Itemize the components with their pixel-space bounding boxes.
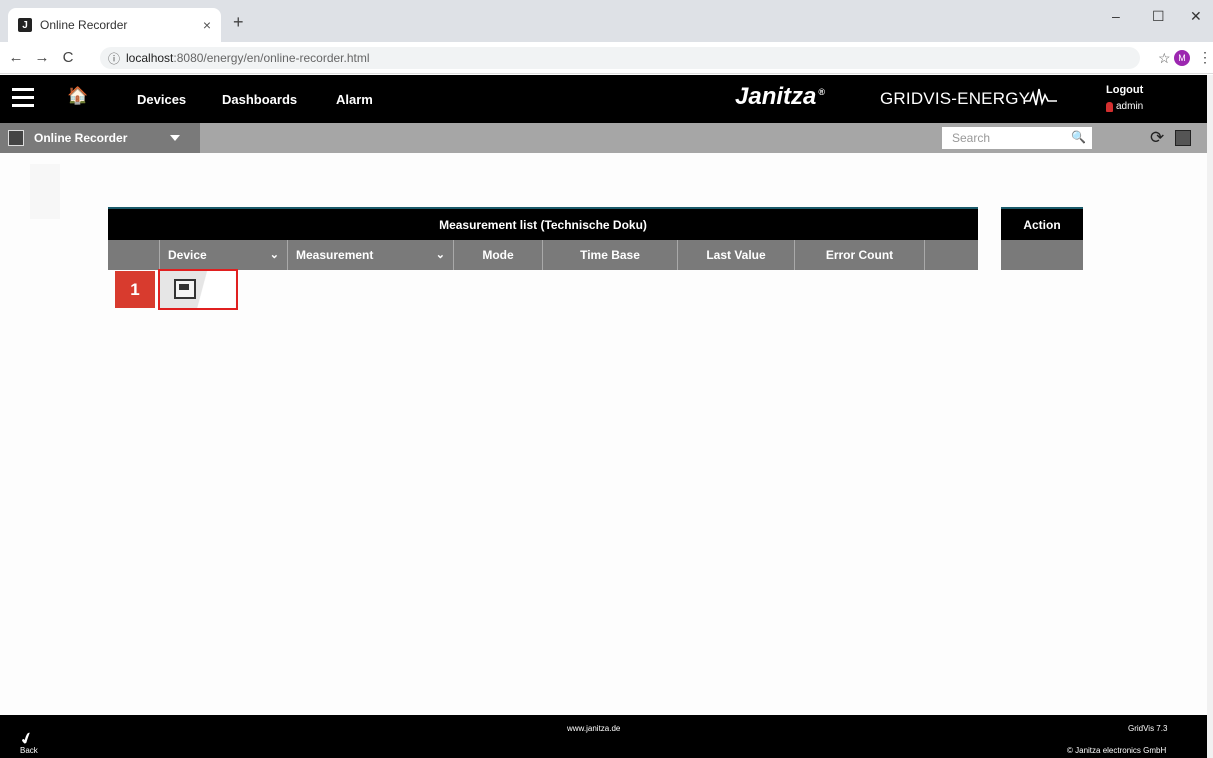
action-title: Action: [1001, 207, 1083, 240]
step-badge: 1: [115, 271, 155, 308]
online-recorder-view-icon[interactable]: [1175, 130, 1191, 146]
browser-menu-icon[interactable]: ⋮: [1198, 49, 1212, 66]
browser-tab[interactable]: J Online Recorder ×: [8, 8, 221, 42]
browser-tabstrip: J Online Recorder × + – ☐ ✕: [0, 0, 1213, 42]
reload-icon[interactable]: C: [58, 49, 78, 66]
column-mode: Mode: [454, 240, 543, 270]
tab-close-icon[interactable]: ×: [203, 17, 211, 33]
nav-dashboards[interactable]: Dashboards: [222, 92, 297, 107]
search-input[interactable]: Search 🔍: [942, 127, 1092, 149]
search-placeholder: Search: [952, 131, 991, 145]
caret-down-icon[interactable]: [170, 135, 180, 141]
url-path: :8080/energy/en/online-recorder.html: [173, 51, 370, 65]
site-info-icon[interactable]: ⓘ: [108, 50, 120, 67]
search-icon[interactable]: 🔍: [1071, 130, 1086, 144]
maximize-button[interactable]: ☐: [1152, 8, 1165, 25]
back-label[interactable]: Back: [20, 746, 38, 755]
hamburger-menu-icon[interactable]: [12, 88, 34, 107]
logout-link[interactable]: Logout: [1106, 84, 1143, 96]
waveform-logo-icon: [1025, 88, 1057, 106]
current-user: admin: [1106, 101, 1143, 112]
view-title: Online Recorder: [34, 131, 128, 145]
brand-product-name: GRIDVIS-ENERGY: [880, 89, 1031, 108]
copyright-text: © Janitza electronics GmbH: [1067, 746, 1167, 755]
back-nav-icon[interactable]: ←: [6, 49, 26, 66]
close-window-button[interactable]: ✕: [1190, 8, 1202, 25]
sub-toolbar: Online Recorder Search 🔍 ⟳: [0, 123, 1207, 153]
column-measurement[interactable]: Measurement ⌄: [288, 240, 454, 270]
url-input[interactable]: ⓘ localhost :8080/energy/en/online-recor…: [100, 47, 1140, 69]
action-header-row: [1001, 240, 1083, 270]
website-link[interactable]: www.janitza.de: [567, 724, 620, 733]
view-selector[interactable]: Online Recorder: [0, 123, 200, 153]
forward-nav-icon[interactable]: →: [32, 49, 52, 66]
page-scrollbar[interactable]: [1207, 75, 1213, 758]
column-measurement-label: Measurement: [296, 248, 374, 262]
nav-alarm[interactable]: Alarm: [336, 92, 373, 107]
tab-title: Online Recorder: [40, 18, 128, 32]
app-footer: ✔ Back www.janitza.de GridVis 7.3 © Jani…: [0, 715, 1207, 758]
user-name: admin: [1116, 101, 1144, 112]
url-host: localhost: [126, 51, 174, 65]
chevron-down-icon[interactable]: ⌄: [436, 248, 445, 261]
table-header-row: Device ⌄ Measurement ⌄ Mode Time Base La…: [108, 240, 978, 270]
app-favicon-icon: J: [18, 18, 32, 32]
column-error-count: Error Count: [795, 240, 925, 270]
app-header: 🏠 Devices Dashboards Alarm Janitza ® GRID…: [0, 75, 1207, 123]
minimize-button[interactable]: –: [1112, 8, 1120, 24]
new-tab-button[interactable]: +: [233, 12, 244, 33]
column-time-base: Time Base: [543, 240, 678, 270]
brand-logo: Janitza ®: [735, 83, 826, 110]
measurement-table: Measurement list (Technische Doku) Devic…: [108, 207, 978, 270]
bookmark-star-icon[interactable]: ☆: [1158, 50, 1171, 67]
home-icon[interactable]: 🏠: [67, 86, 88, 106]
refresh-icon[interactable]: ⟳: [1150, 128, 1164, 148]
column-device[interactable]: Device ⌄: [160, 240, 288, 270]
nav-devices[interactable]: Devices: [137, 92, 186, 107]
address-bar: ← → C ⓘ localhost :8080/energy/en/online…: [0, 42, 1213, 74]
user-icon: [1106, 101, 1113, 112]
column-spacer: [108, 240, 160, 270]
highlight-frame: [158, 269, 238, 310]
column-extra: [925, 240, 978, 270]
chevron-down-icon[interactable]: ⌄: [270, 248, 279, 261]
action-panel: Action: [1001, 207, 1083, 270]
column-last-value: Last Value: [678, 240, 795, 270]
profile-avatar[interactable]: M: [1174, 50, 1190, 66]
sidebar-placeholder: [30, 164, 60, 219]
table-title: Measurement list (Technische Doku): [108, 207, 978, 240]
column-device-label: Device: [168, 248, 207, 262]
version-text: GridVis 7.3: [1128, 724, 1168, 733]
online-recorder-icon: [8, 130, 24, 146]
